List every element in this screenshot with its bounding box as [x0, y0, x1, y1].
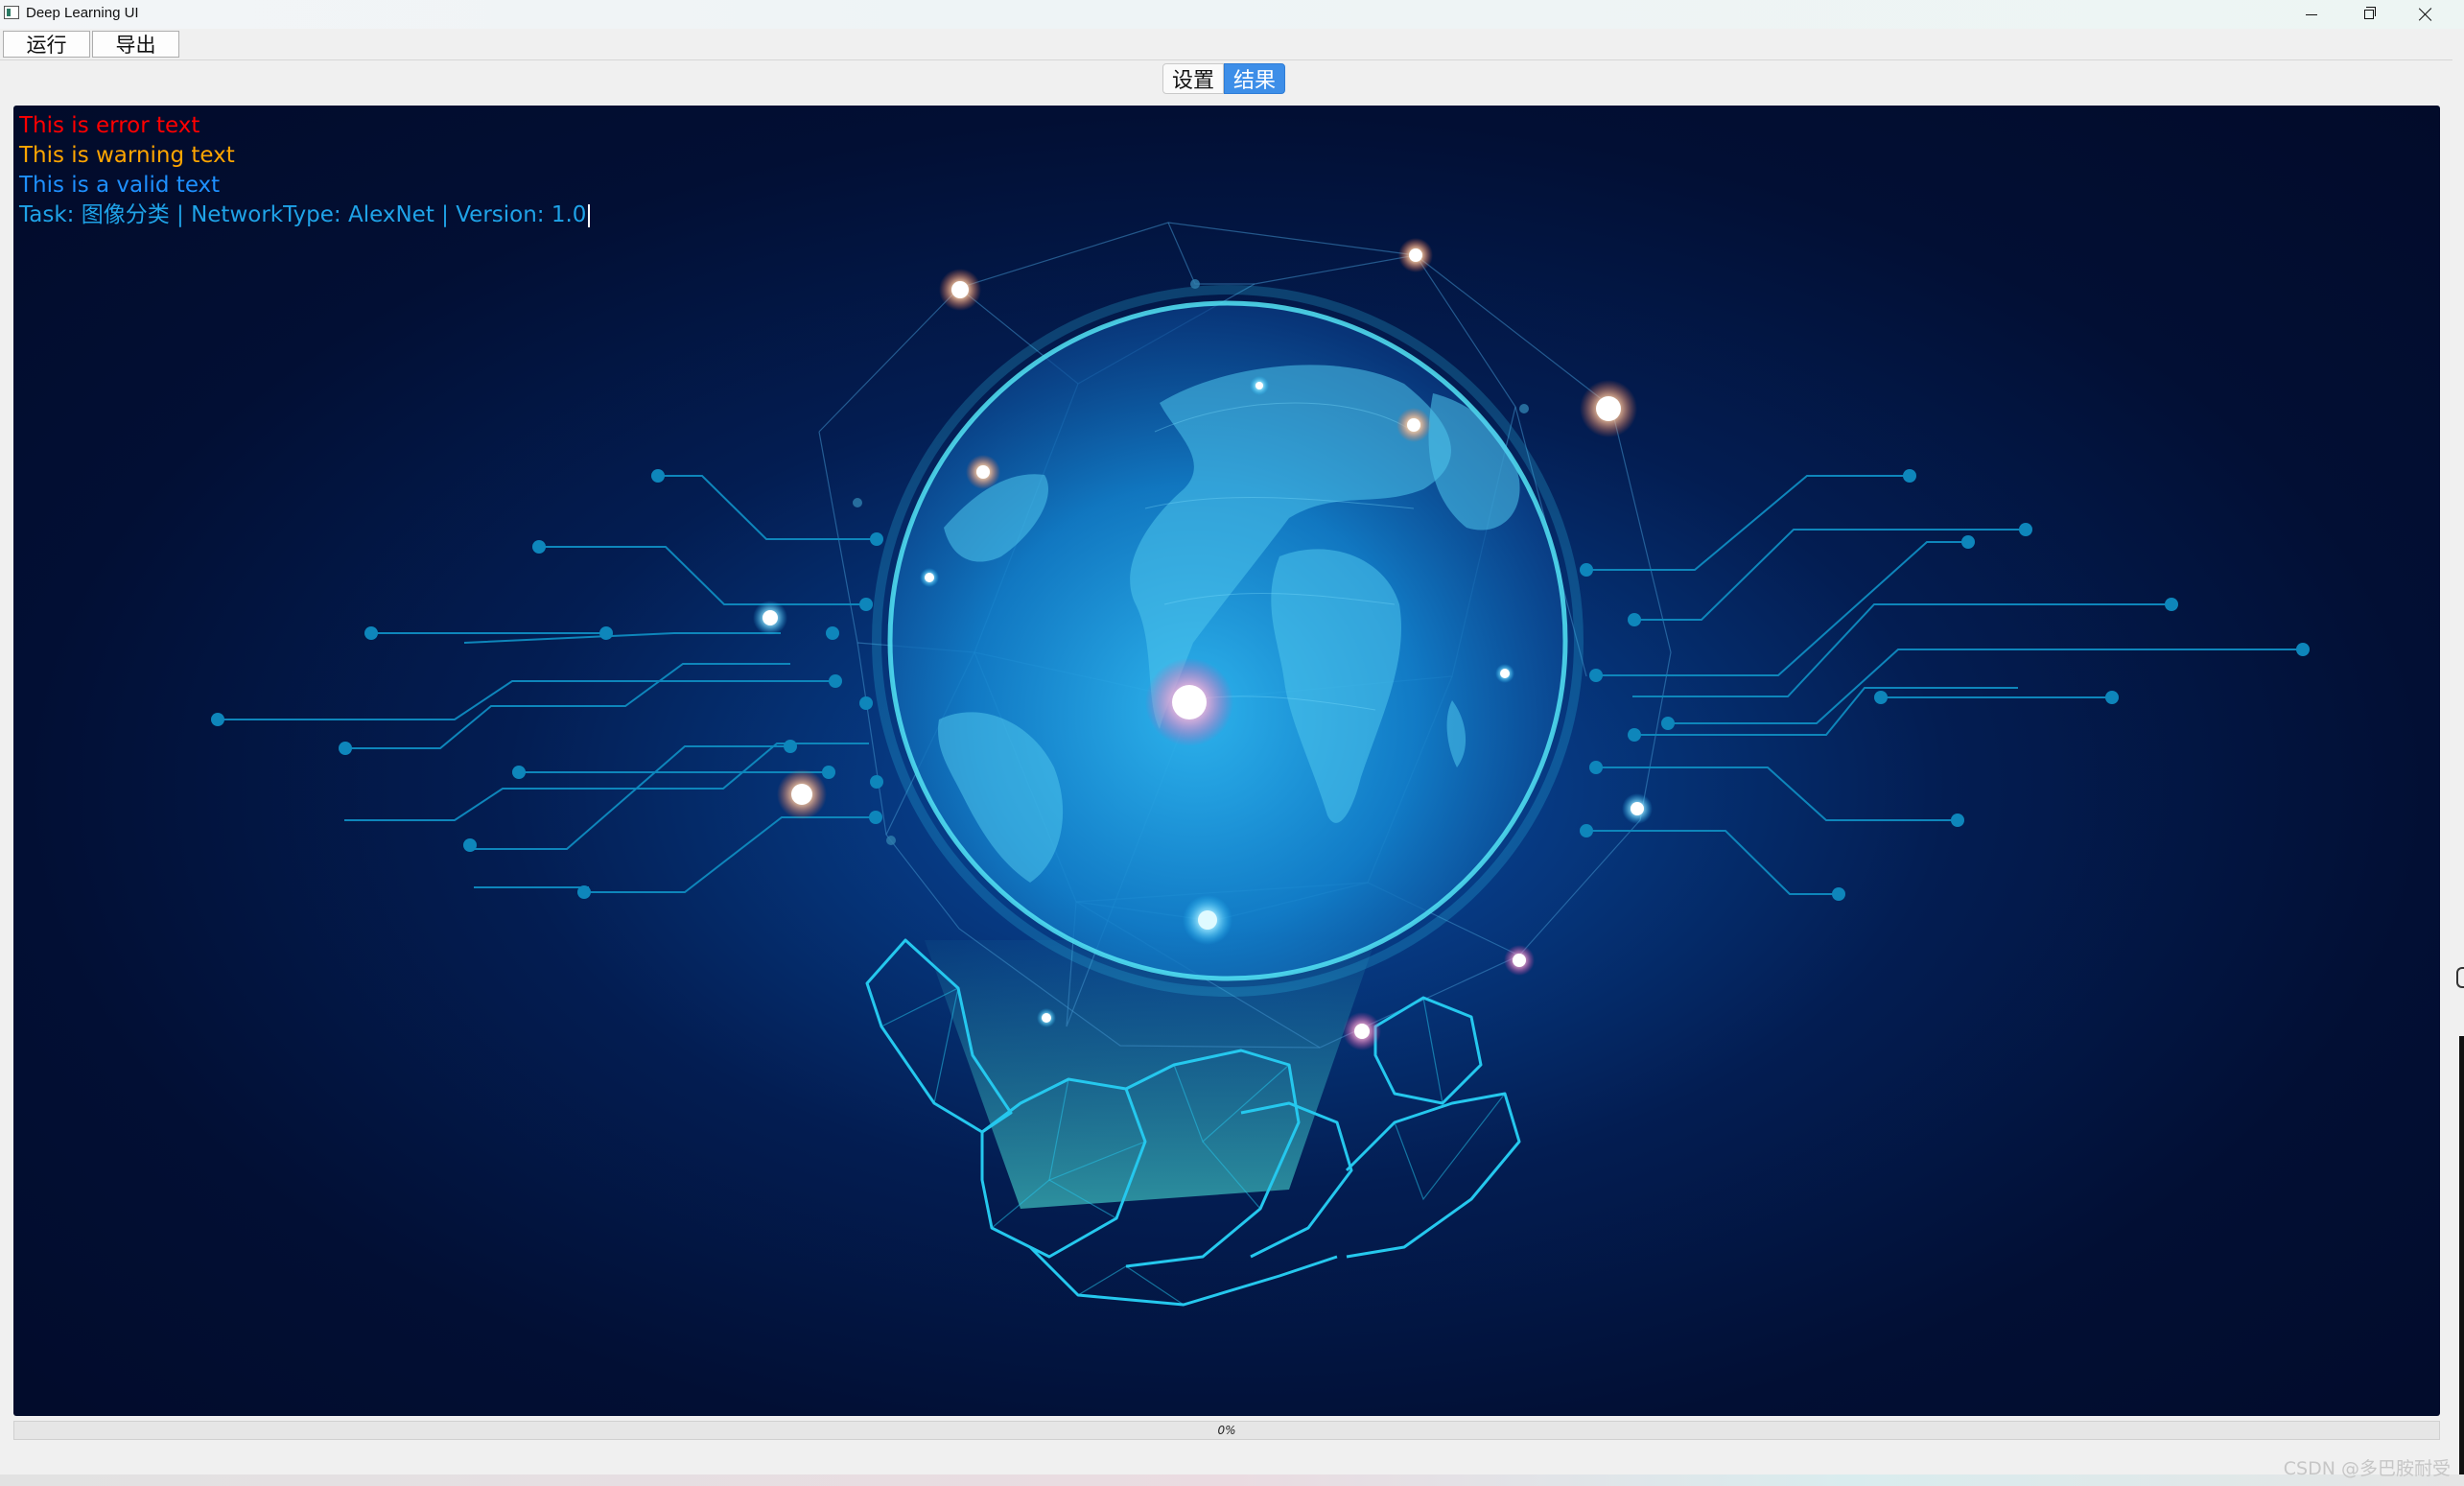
- progress-text: 0%: [1217, 1424, 1236, 1437]
- scroll-handle-icon[interactable]: [2456, 967, 2464, 988]
- tab-bar: 设置 结果: [1162, 63, 1285, 94]
- close-button[interactable]: [2398, 0, 2453, 29]
- globe-in-hand-illustration: [211, 222, 2310, 1307]
- taskbar-strip: [0, 1474, 2464, 1486]
- log-line-task: Task: 图像分类 | NetworkType: AlexNet | Vers…: [19, 202, 587, 227]
- results-panel[interactable]: This is error text This is warning text …: [13, 106, 2440, 1416]
- log-line-valid: This is a valid text: [19, 173, 221, 198]
- progress-bar: 0%: [13, 1421, 2440, 1440]
- log-line-warning: This is warning text: [19, 143, 235, 168]
- close-icon: [2419, 8, 2432, 21]
- minimize-button[interactable]: [2284, 0, 2339, 29]
- text-caret: [588, 203, 591, 227]
- tab-results[interactable]: 结果: [1224, 63, 1285, 94]
- restore-icon: [2364, 7, 2376, 19]
- toolbar: 运行 导出: [0, 29, 2464, 60]
- log-line-error: This is error text: [19, 113, 200, 138]
- export-button[interactable]: 导出: [92, 31, 179, 58]
- minimize-icon: [2306, 13, 2317, 15]
- title-bar: Deep Learning UI: [0, 0, 2464, 29]
- scrollbar-thumb[interactable]: [2459, 1036, 2464, 1486]
- log-line-task-row: Task: 图像分类 | NetworkType: AlexNet | Vers…: [19, 200, 591, 230]
- restore-button[interactable]: [2341, 0, 2397, 29]
- app-icon: [4, 6, 19, 19]
- run-button[interactable]: 运行: [3, 31, 90, 58]
- log-output[interactable]: This is error text This is warning text …: [19, 111, 591, 230]
- window-title: Deep Learning UI: [26, 5, 139, 21]
- tab-settings[interactable]: 设置: [1162, 63, 1224, 94]
- watermark: CSDN @多巴胺耐受: [2283, 1458, 2451, 1479]
